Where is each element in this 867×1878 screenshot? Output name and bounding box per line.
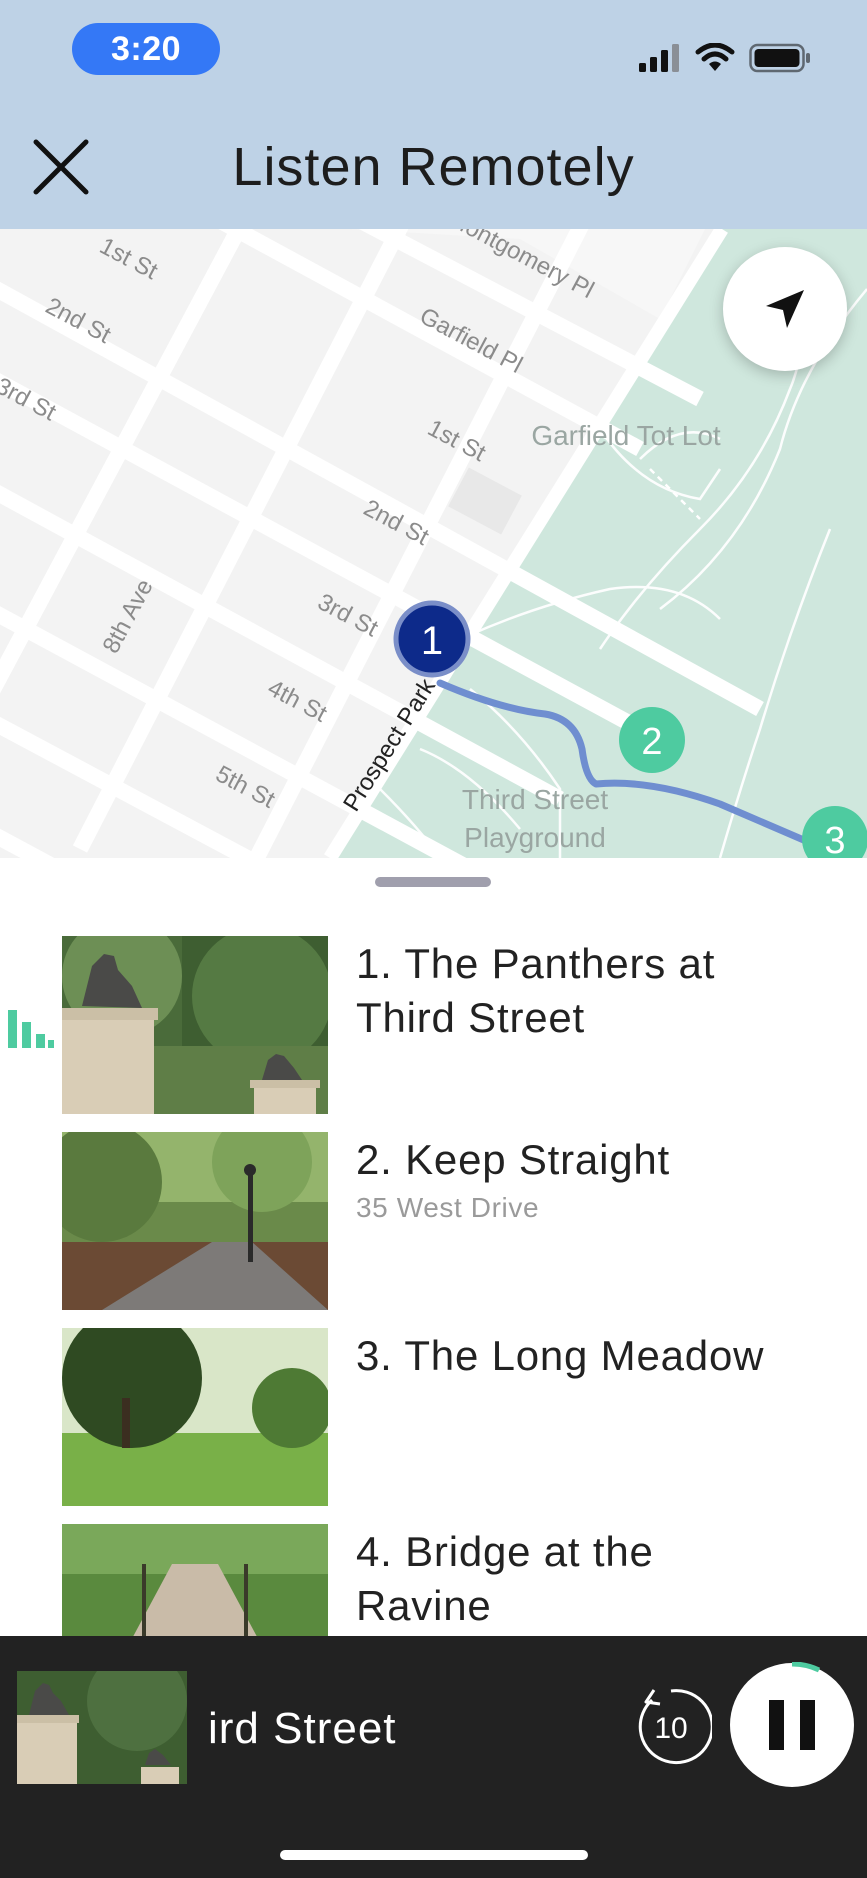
stop-list-item-3[interactable]: 3. The Long Meadow	[62, 1328, 867, 1506]
stop-thumbnail-panther-statues	[62, 936, 328, 1114]
marker-2[interactable]: 2	[619, 707, 685, 773]
svg-text:1: 1	[421, 619, 443, 663]
pause-button[interactable]	[729, 1662, 855, 1788]
svg-text:2: 2	[641, 721, 662, 763]
stop-title: 4. Bridge at the	[356, 1528, 654, 1575]
stop-title: 2. Keep Straight	[356, 1136, 670, 1183]
svg-text:10: 10	[654, 1712, 687, 1745]
home-indicator[interactable]	[280, 1850, 588, 1860]
battery-icon	[749, 43, 810, 73]
stop-title: 3. The Long Meadow	[356, 1332, 765, 1379]
stop-address: 35 West Drive	[356, 1192, 540, 1223]
navigation-arrow-icon	[766, 290, 804, 328]
sheet-grabber[interactable]	[375, 877, 491, 887]
street-label: 3rd St	[313, 588, 383, 642]
mini-player[interactable]: ird Street 10	[0, 1636, 867, 1878]
status-time: 3:20	[72, 23, 220, 75]
locate-me-button[interactable]	[723, 247, 847, 371]
street-label: 8th Ave	[97, 575, 158, 658]
stop-thumbnail-long-meadow	[62, 1328, 328, 1506]
svg-text:3: 3	[824, 820, 845, 858]
rewind-10-icon[interactable]: 10	[630, 1686, 712, 1768]
place-label: Third Street	[462, 784, 608, 815]
now-playing-title: ird Street	[208, 1704, 397, 1753]
stop-list-item-1[interactable]: 1. The Panthers at Third Street	[62, 936, 867, 1114]
now-playing-thumbnail	[17, 1671, 187, 1784]
header-bar: 3:20 Listen Remotely	[0, 0, 867, 229]
route-map[interactable]: 1st St 2nd St 3rd St Montgomery Pl Garfi…	[0, 229, 867, 858]
wifi-icon	[695, 43, 735, 71]
marker-1[interactable]: 1	[393, 600, 471, 678]
cellular-signal-icon	[639, 44, 679, 72]
stop-title-line-2: Ravine	[356, 1582, 492, 1629]
system-status-icons	[637, 40, 811, 76]
street-label: 1st St	[95, 232, 162, 285]
page-title: Listen Remotely	[232, 137, 635, 197]
stop-list-item-2[interactable]: 2. Keep Straight 35 West Drive	[62, 1132, 867, 1310]
stop-thumbnail-park-path	[62, 1132, 328, 1310]
street-label: 3rd St	[0, 372, 61, 426]
stop-title-line-2: Third Street	[356, 994, 586, 1041]
now-playing-equalizer-icon	[8, 1010, 54, 1048]
place-label: Garfield Tot Lot	[531, 420, 721, 451]
street-label: 4th St	[263, 674, 331, 727]
place-label: Playground	[464, 822, 606, 853]
stop-title: 1. The Panthers at	[356, 940, 716, 987]
